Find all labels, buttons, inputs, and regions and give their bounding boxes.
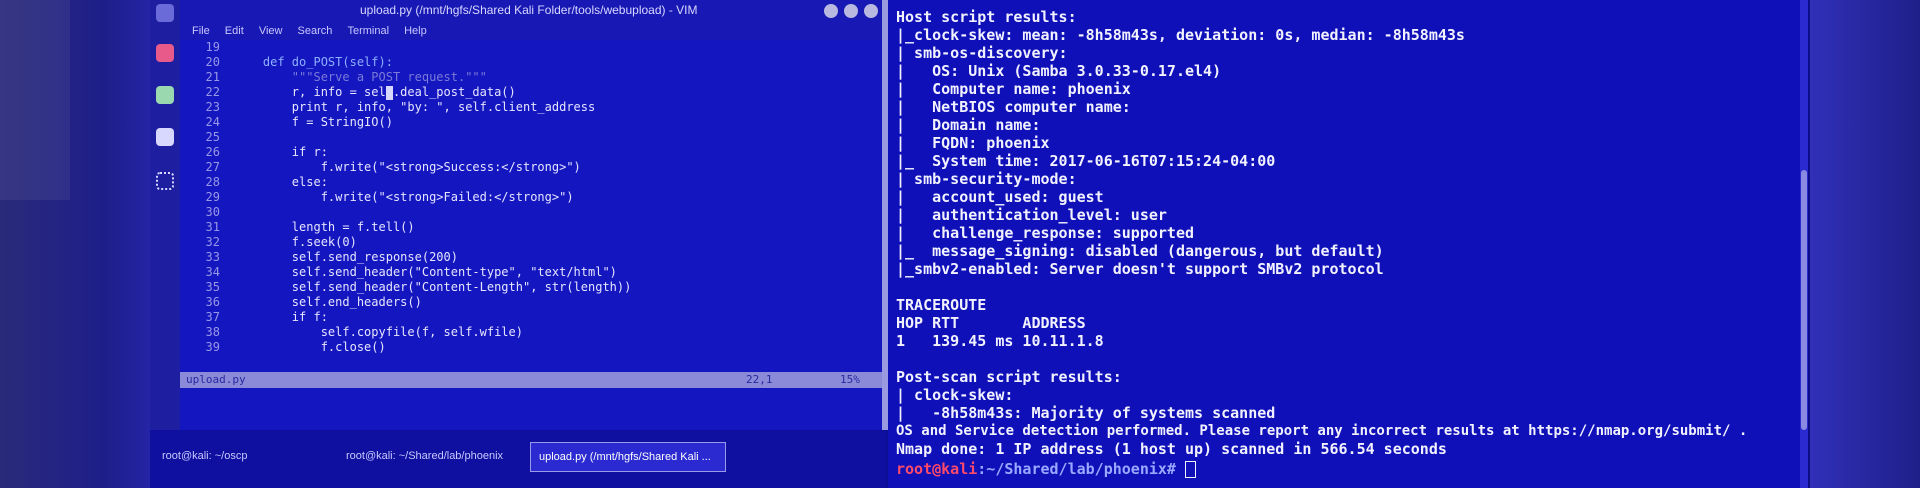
terminal-line: | challenge_response: supported xyxy=(896,224,1195,242)
monitor-bezel-left xyxy=(0,0,150,488)
code-line: 29 f.write("<strong>Failed:</strong>") xyxy=(205,190,574,204)
code-line: 23 print r, info, "by: ", self.client_ad… xyxy=(205,100,596,114)
terminal-line: | account_used: guest xyxy=(896,188,1104,206)
menu-file[interactable]: File xyxy=(192,25,210,37)
code-line: 22 r, info = self.deal_post_data() xyxy=(205,85,516,99)
vim-menubar: File Edit View Search Terminal Help xyxy=(180,22,882,40)
maximize-button[interactable] xyxy=(844,4,858,18)
close-button[interactable] xyxy=(864,4,878,18)
menu-edit[interactable]: Edit xyxy=(225,25,244,37)
terminal-line: TRACEROUTE xyxy=(896,296,987,314)
code-line: 26 if r: xyxy=(205,145,328,159)
terminal-line: Nmap done: 1 IP address (1 host up) scan… xyxy=(896,440,1447,458)
vim-statusbar: upload.py 22,1 15% xyxy=(180,372,882,388)
terminal-line: | smb-security-mode: xyxy=(896,170,1077,188)
terminal-line: | clock-skew: xyxy=(896,386,1014,404)
code-line: 31 length = f.tell() xyxy=(205,220,415,234)
code-line: 38 self.copyfile(f, self.wfile) xyxy=(205,325,523,339)
terminal-line: 1 139.45 ms 10.11.1.8 xyxy=(896,332,1104,350)
terminal-line: |_ message_signing: disabled (dangerous,… xyxy=(896,242,1384,260)
taskbar: root@kali: ~/oscp root@kali: ~/Shared/la… xyxy=(150,430,886,488)
code-line: 32 f.seek(0) xyxy=(205,235,357,249)
scroll-thumb[interactable] xyxy=(1801,170,1807,430)
firefox-icon[interactable] xyxy=(156,44,174,62)
terminal-line: OS and Service detection performed. Plea… xyxy=(896,423,1748,439)
terminal-line: | FQDN: phoenix xyxy=(896,134,1050,152)
terminal-line: | Domain name: xyxy=(896,116,1041,134)
menu-terminal[interactable]: Terminal xyxy=(347,25,389,37)
dock xyxy=(150,0,180,430)
code-line: 33 self.send_response(200) xyxy=(205,250,458,264)
terminal-line: | Computer name: phoenix xyxy=(896,80,1131,98)
taskbar-item-oscp[interactable]: root@kali: ~/oscp xyxy=(154,442,255,470)
code-line: 36 self.end_headers() xyxy=(205,295,422,309)
code-line: 37 if f: xyxy=(205,310,328,324)
monitor-bezel-right xyxy=(1810,0,1920,488)
kali-dragon-icon[interactable] xyxy=(156,4,174,22)
code-line: 24 f = StringIO() xyxy=(205,115,393,129)
vim-window-title: upload.py (/mnt/hgfs/Shared Kali Folder/… xyxy=(360,3,698,17)
terminal-line: Post-scan script results: xyxy=(896,368,1122,386)
code-line: 30 xyxy=(205,205,220,219)
terminal-line: | smb-os-discovery: xyxy=(896,44,1068,62)
vim-editor-buffer[interactable]: 19 20 def do_POST(self): 21 """Serve a P… xyxy=(180,40,882,370)
status-position: 22,1 xyxy=(746,373,773,386)
terminal-window[interactable]: Host script results: |_clock-skew: mean:… xyxy=(888,0,1808,488)
code-line: 20 def do_POST(self): xyxy=(205,55,393,69)
terminal-line: |_clock-skew: mean: -8h58m43s, deviation… xyxy=(896,26,1465,44)
terminal-line: |_smbv2-enabled: Server doesn't support … xyxy=(896,260,1384,278)
code-line: 27 f.write("<strong>Success:</strong>") xyxy=(205,160,581,174)
prompt-user: root@kali xyxy=(896,460,978,478)
code-line: 34 self.send_header("Content-type", "tex… xyxy=(205,265,617,279)
taskbar-item-phoenix[interactable]: root@kali: ~/Shared/lab/phoenix xyxy=(338,442,511,470)
code-line: 21 """Serve a POST request.""" xyxy=(205,70,487,84)
taskbar-item-vim[interactable]: upload.py (/mnt/hgfs/Shared Kali ... xyxy=(530,442,726,472)
vim-command-line[interactable] xyxy=(180,388,882,430)
code-line: 25 xyxy=(205,130,220,144)
terminal-scrollbar[interactable] xyxy=(1800,0,1808,488)
terminal-line: Host script results: xyxy=(896,8,1077,26)
menu-view[interactable]: View xyxy=(259,25,283,37)
minimize-button[interactable] xyxy=(824,4,838,18)
terminal-cursor xyxy=(1185,461,1196,478)
terminal-line: | OS: Unix (Samba 3.0.33-0.17.el4) xyxy=(896,62,1222,80)
status-percent: 15% xyxy=(840,373,860,386)
prompt-path: :~/Shared/lab/phoenix# xyxy=(977,460,1185,478)
code-line: 19 xyxy=(205,40,220,54)
terminal-prompt[interactable]: root@kali:~/Shared/lab/phoenix# xyxy=(896,460,1196,478)
terminal-line: | -8h58m43s: Majority of systems scanned xyxy=(896,404,1276,422)
terminal-line: | NetBIOS computer name: xyxy=(896,98,1131,116)
terminal-line: |_ System time: 2017-06-16T07:15:24-04:0… xyxy=(896,152,1276,170)
menu-help[interactable]: Help xyxy=(404,25,427,37)
menu-search[interactable]: Search xyxy=(298,25,333,37)
vim-window[interactable]: upload.py (/mnt/hgfs/Shared Kali Folder/… xyxy=(180,0,888,430)
code-line: 28 else: xyxy=(205,175,328,189)
files-icon[interactable] xyxy=(156,128,174,146)
vim-cursor xyxy=(386,86,393,100)
terminal-app-icon[interactable] xyxy=(156,86,174,104)
code-line: 39 f.close() xyxy=(205,340,386,354)
terminal-line: HOP RTT ADDRESS xyxy=(896,314,1086,332)
terminal-line: | authentication_level: user xyxy=(896,206,1167,224)
code-line: 35 self.send_header("Content-Length", st… xyxy=(205,280,632,294)
app-grid-icon[interactable] xyxy=(156,172,174,190)
vim-titlebar: upload.py (/mnt/hgfs/Shared Kali Folder/… xyxy=(180,0,882,22)
status-filename: upload.py xyxy=(186,373,246,386)
